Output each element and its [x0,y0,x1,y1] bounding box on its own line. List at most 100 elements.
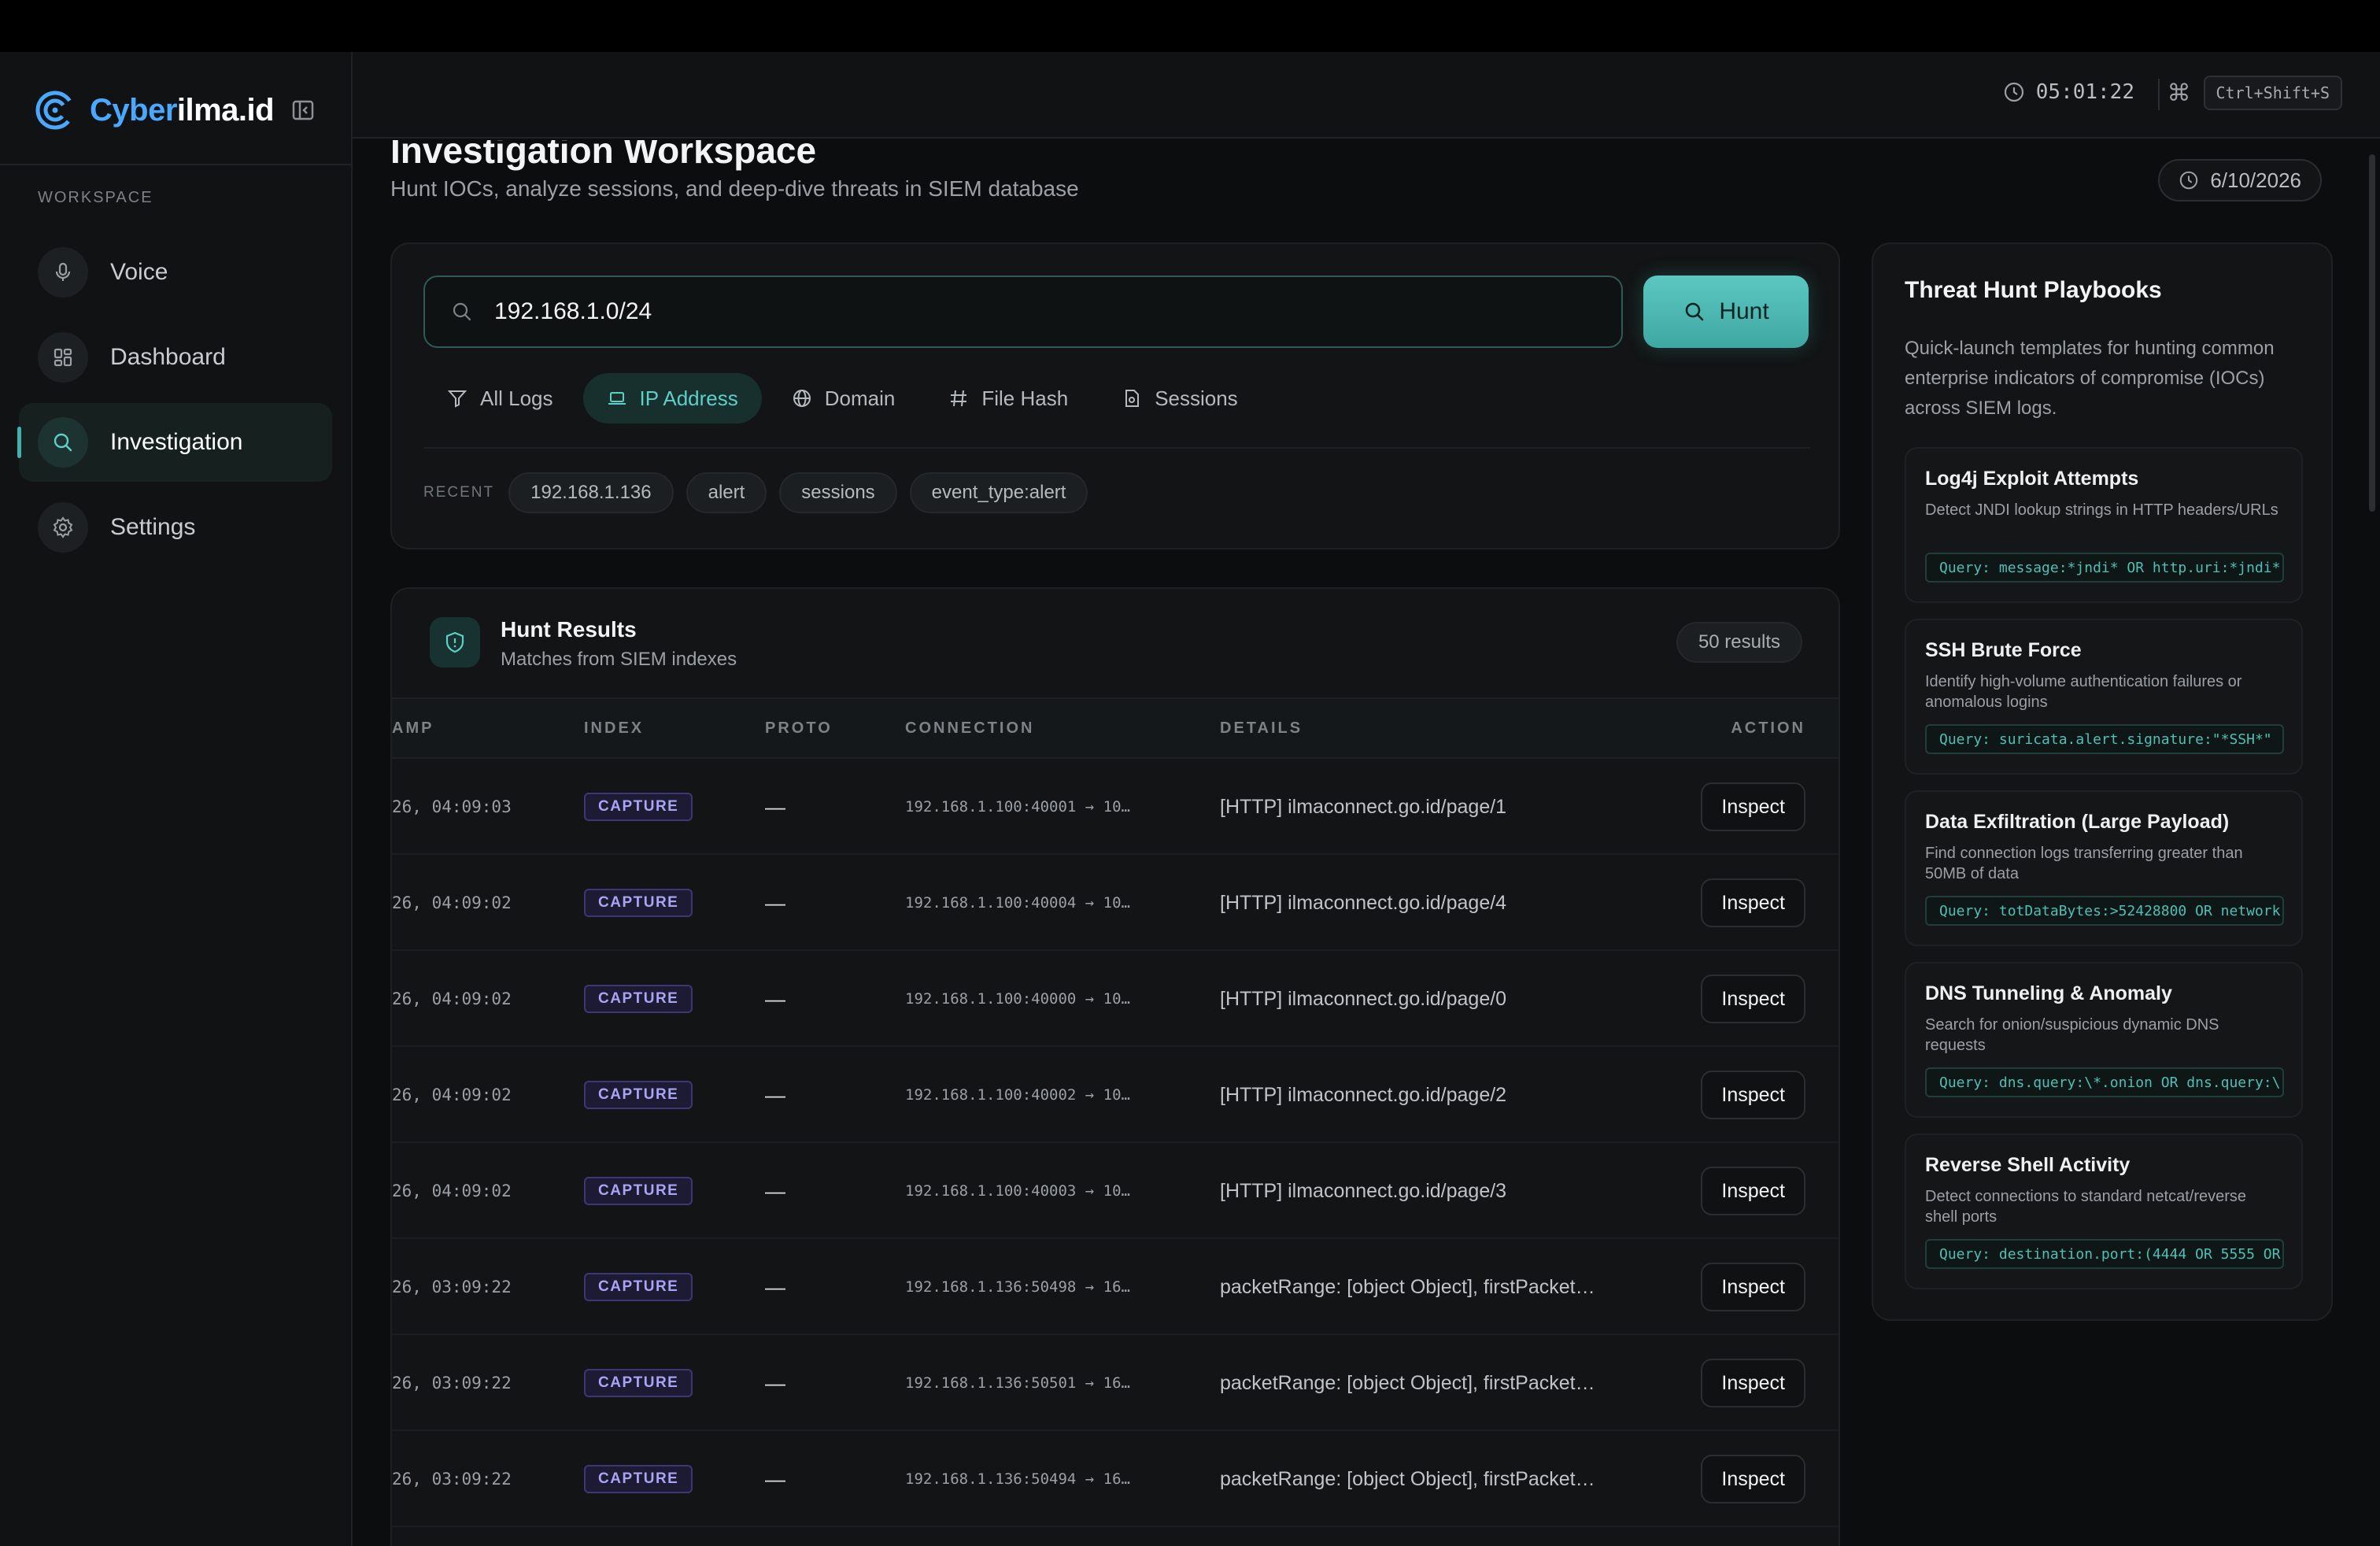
table-row[interactable]: 26, 04:09:02 CAPTURE — 192.168.1.100:40000 … [392,951,1839,1047]
row-details: [HTTP] ilmaconnect.go.id/page/2 [1220,1083,1507,1106]
search-input[interactable] [494,298,1517,325]
sidebar-divider [0,164,351,165]
inspect-button[interactable]: Inspect [1701,1455,1805,1503]
col-timestamp[interactable]: AMP [392,719,434,738]
page-subtitle: Hunt IOCs, analyze sessions, and deep-di… [390,176,1079,201]
playbooks-description: Quick-launch templates for hunting commo… [1905,338,2275,419]
col-proto[interactable]: PROTO [765,719,833,738]
header-divider [2158,79,2160,110]
playbook-item[interactable]: SSH Brute Force Identify high-volume auth… [1905,619,2303,775]
main-content: Investigation Workspace Hunt IOCs, analy… [353,140,2367,1546]
date-badge: 6/10/2026 [2158,159,2322,202]
sidebar-nav: Voice Dashboard Investigation Settings [17,233,332,573]
sidebar-collapse-icon[interactable] [291,98,315,122]
date-text: 6/10/2026 [2210,168,2301,192]
playbook-query[interactable]: Query: message:*jndi* OR http.uri:*jndi* [1925,553,2284,583]
row-proto: — [765,1274,785,1299]
playbook-query[interactable]: Query: dns.query:\*.onion OR dns.query:\ [1925,1067,2284,1097]
filter-file-hash[interactable]: File Hash [925,373,1092,423]
recent-chip[interactable]: alert [686,472,767,513]
grid-icon [54,348,72,367]
row-timestamp: 26, 04:09:03 [392,797,512,816]
row-proto: — [765,1082,785,1107]
search-icon [1686,302,1704,321]
recent-chip[interactable]: event_type:alert [909,472,1088,513]
table-row[interactable]: 26, 04:09:03 CAPTURE — 192.168.1.100:40001 … [392,759,1839,855]
sidebar-item-investigation[interactable]: Investigation [17,403,332,482]
playbook-description: Find connection logs transferring greate… [1925,845,2243,882]
hash-icon [951,390,967,407]
inspect-button[interactable]: Inspect [1701,782,1805,831]
filter-all-logs[interactable]: All Logs [423,373,577,423]
col-index[interactable]: INDEX [584,719,644,738]
inspect-button[interactable]: Inspect [1701,1167,1805,1215]
table-row[interactable]: 26, 03:09:22 CAPTURE — 192.168.1.136:50498 … [392,1239,1839,1335]
playbook-item[interactable]: Data Exfiltration (Large Payload) Find co… [1905,790,2303,946]
brand[interactable]: Cyberilma.id [35,87,315,134]
index-badge: CAPTURE [584,1273,693,1301]
row-details: packetRange: [object Object], firstPacke… [1220,1371,1595,1394]
recent-label: RECENT [423,484,495,501]
playbook-name: SSH Brute Force [1925,639,2082,661]
row-timestamp: 26, 04:09:02 [392,1086,512,1104]
playbook-description: Identify high-volume authentication fail… [1925,673,2242,711]
sidebar-item-dashboard[interactable]: Dashboard [19,318,332,397]
row-connection: 192.168.1.100:40000 → 10… [905,990,1130,1008]
col-connection[interactable]: CONNECTION [905,719,1034,738]
inspect-button[interactable]: Inspect [1701,975,1805,1023]
playbooks-list: Log4j Exploit Attempts Detect JNDI lookup… [1905,447,2303,1305]
filter-ip-address[interactable]: IP Address [582,373,762,423]
sidebar-item-settings[interactable]: Settings [19,488,332,567]
hunt-button[interactable]: Hunt [1643,276,1809,348]
filter-icon [447,390,468,408]
sidebar-item-label: Settings [110,514,196,540]
index-badge: CAPTURE [584,1465,693,1493]
row-proto: — [765,1466,785,1491]
clock-time: 05:01:22 [2035,80,2134,104]
search-input-box[interactable] [423,276,1623,348]
playbooks-title: Threat Hunt Playbooks [1905,277,2162,303]
playbook-query[interactable]: Query: totDataBytes:>52428800 OR network [1925,896,2284,926]
brand-name: Cyberilma.id [90,92,275,128]
row-connection: 192.168.1.100:40002 → 10… [905,1086,1130,1104]
recent-chip[interactable]: sessions [779,472,897,513]
inspect-button[interactable]: Inspect [1701,1359,1805,1407]
row-connection: 192.168.1.100:40003 → 10… [905,1182,1130,1200]
table-row[interactable]: 26, 04:09:02 CAPTURE — 192.168.1.100:40003 … [392,1143,1839,1239]
top-header: 05:01:22 ⌘ Ctrl+Shift+S [353,52,2380,139]
playbook-query[interactable]: Query: suricata.alert.signature:"*SSH*" [1925,724,2284,754]
filter-domain[interactable]: Domain [768,373,919,423]
filter-sessions[interactable]: Sessions [1098,373,1262,423]
inspect-button[interactable]: Inspect [1701,1071,1805,1119]
playbook-item[interactable]: DNS Tunneling & Anomaly Search for onion/… [1905,962,2303,1118]
playbooks-card: Threat Hunt Playbooks Quick-launch templ… [1872,242,2333,1321]
recent-chip[interactable]: 192.168.1.136 [508,472,674,513]
playbook-description: Detect JNDI lookup strings in HTTP heade… [1925,501,2278,519]
page-title: Investigation Workspace [390,140,817,171]
col-details[interactable]: DETAILS [1220,719,1303,738]
search-card: Hunt All Logs IP Address Domain File Has… [390,242,1840,549]
clock-icon [2180,171,2198,190]
row-connection: 192.168.1.136:50501 → 16… [905,1374,1130,1392]
playbook-item[interactable]: Reverse Shell Activity Detect connections… [1905,1134,2303,1289]
playbook-query[interactable]: Query: destination.port:(4444 OR 5555 OR [1925,1239,2284,1269]
globe-icon [793,390,811,407]
playbook-name: DNS Tunneling & Anomaly [1925,982,2172,1004]
sidebar-item-voice[interactable]: Voice [19,233,332,312]
inspect-button[interactable]: Inspect [1701,878,1805,927]
inspect-button[interactable]: Inspect [1701,1263,1805,1311]
row-details: [HTTP] ilmaconnect.go.id/page/0 [1220,987,1507,1010]
file-icon [1125,390,1140,407]
table-row[interactable]: 26, 04:09:02 CAPTURE — 192.168.1.100:40002 … [392,1047,1839,1143]
table-row[interactable]: 26, 04:09:02 CAPTURE — 192.168.1.100:40004 … [392,855,1839,951]
command-shortcut[interactable]: ⌘ Ctrl+Shift+S [2168,76,2342,110]
results-subtitle: Matches from SIEM indexes [501,649,737,670]
table-row[interactable]: 26, 03:09:22 CAPTURE — 192.168.1.136:50494 … [392,1431,1839,1527]
playbook-item[interactable]: Log4j Exploit Attempts Detect JNDI lookup… [1905,447,2303,603]
sidebar: Cyberilma.id WORKSPACE Voice Dashboard I… [0,52,353,1546]
row-connection: 192.168.1.136:50498 → 16… [905,1278,1130,1296]
table-row[interactable]: 26, 03:09:22 CAPTURE — 192.168.1.136:50501 … [392,1335,1839,1431]
row-details: packetRange: [object Object], firstPacke… [1220,1275,1595,1298]
page-scrollbar[interactable] [2369,154,2375,512]
sidebar-item-label: Dashboard [110,344,226,370]
